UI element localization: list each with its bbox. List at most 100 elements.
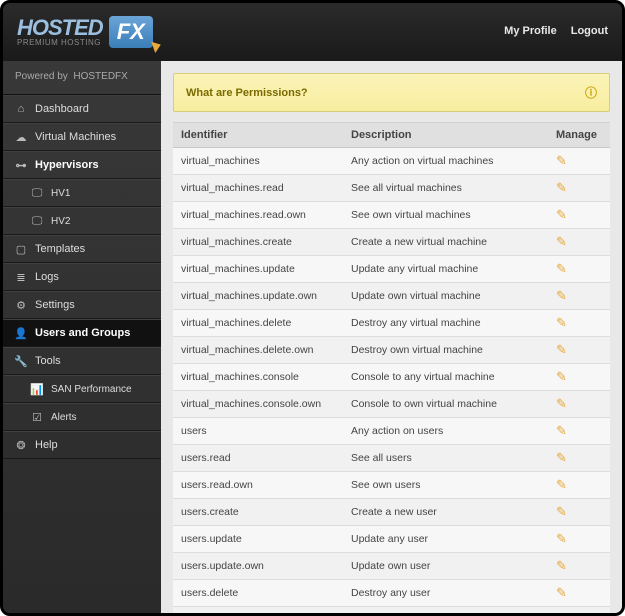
lines-icon: ≣ (15, 271, 27, 283)
table-row: virtual_machines.console.ownConsole to o… (173, 391, 610, 418)
edit-icon[interactable]: ✎ (556, 531, 567, 546)
layout: Powered by HOSTEDFX ⌂ Dashboard ☁Virtual M… (3, 61, 622, 613)
sidebar-item-virtual-machines[interactable]: ☁Virtual Machines (3, 123, 161, 151)
logo-sub: PREMIUM HOSTING (17, 39, 103, 47)
cell-identifier: virtual_machines.console (173, 364, 343, 391)
sidebar-item-help[interactable]: ❂Help (3, 431, 161, 459)
table-header-row: Identifier Description Manage (173, 123, 610, 148)
cell-description: Destroy any virtual machine (343, 310, 548, 337)
sidebar-item-san-performance[interactable]: 📊 SAN Performance (3, 375, 161, 403)
cell-manage: ✎ (548, 148, 610, 175)
cell-description: Any action on virtual machines (343, 148, 548, 175)
sidebar-item-settings[interactable]: ⚙Settings (3, 291, 161, 319)
edit-icon[interactable]: ✎ (556, 423, 567, 438)
table-row: virtual_machines.createCreate a new virt… (173, 229, 610, 256)
cell-description: Update any user (343, 526, 548, 553)
sidebar-item-label: Dashboard (35, 103, 89, 115)
logout-link[interactable]: Logout (571, 25, 608, 37)
sidebar-item-hypervisors[interactable]: ⊶Hypervisors (3, 151, 161, 179)
edit-icon[interactable]: ✎ (556, 504, 567, 519)
table-row: users.delete.ownDestroy own user✎ (173, 607, 610, 614)
sidebar-item-label: Alerts (51, 412, 77, 423)
sidebar-item-alerts[interactable]: ☑Alerts (3, 403, 161, 431)
notice-banner[interactable]: What are Permissions? ⓘ (173, 73, 610, 112)
table-row: users.readSee all users ✎ (173, 445, 610, 472)
chart-icon: 📊 (31, 383, 43, 395)
cell-description: Console to own virtual machine (343, 391, 548, 418)
table-row: users.update.ownUpdate own user✎ (173, 553, 610, 580)
col-manage[interactable]: Manage (548, 123, 610, 148)
edit-icon[interactable]: ✎ (556, 612, 567, 613)
cell-description: Create a new user (343, 499, 548, 526)
powered-brand: HOSTEDFX (73, 71, 127, 82)
cell-identifier: virtual_machines.delete (173, 310, 343, 337)
cell-description: Create a new virtual machine (343, 229, 548, 256)
table-row: virtual_machines.readSee all virtual mac… (173, 175, 610, 202)
cell-manage: ✎ (548, 445, 610, 472)
cell-manage: ✎ (548, 418, 610, 445)
edit-icon[interactable]: ✎ (556, 369, 567, 384)
edit-icon[interactable]: ✎ (556, 180, 567, 195)
cell-manage: ✎ (548, 472, 610, 499)
table-row: virtual_machines.consoleConsole to any v… (173, 364, 610, 391)
edit-icon[interactable]: ✎ (556, 558, 567, 573)
table-row: virtual_machines.delete.ownDestroy own v… (173, 337, 610, 364)
edit-icon[interactable]: ✎ (556, 396, 567, 411)
permissions-table: Identifier Description Manage virtual_ma… (173, 122, 610, 613)
cell-identifier: virtual_machines.update.own (173, 283, 343, 310)
content: What are Permissions? ⓘ Identifier Descr… (161, 61, 622, 613)
link-icon: ⊶ (15, 159, 27, 171)
edit-icon[interactable]: ✎ (556, 342, 567, 357)
logo-text: HOSTED PREMIUM HOSTING (17, 17, 103, 47)
monitor-icon: 🖵 (31, 187, 43, 199)
cell-description: Update own user (343, 553, 548, 580)
cell-manage: ✎ (548, 391, 610, 418)
my-profile-link[interactable]: My Profile (504, 25, 557, 37)
cell-manage: ✎ (548, 526, 610, 553)
cell-identifier: users (173, 418, 343, 445)
logo-fx-badge: FX (109, 16, 153, 48)
sidebar-item-dashboard[interactable]: ⌂ Dashboard (3, 95, 161, 123)
cell-identifier: users.read (173, 445, 343, 472)
sidebar-item-tools[interactable]: 🔧Tools (3, 347, 161, 375)
person-icon: 👤 (15, 327, 27, 339)
col-description[interactable]: Description (343, 123, 548, 148)
table-row: users.updateUpdate any user✎ (173, 526, 610, 553)
sidebar-item-label: SAN Performance (51, 384, 132, 395)
help-icon: ❂ (15, 439, 27, 451)
cell-description: See all users (343, 445, 548, 472)
cell-manage: ✎ (548, 175, 610, 202)
sidebar-item-users-and-groups[interactable]: 👤Users and Groups (3, 319, 161, 347)
logo-main: HOSTED (17, 17, 103, 39)
edit-icon[interactable]: ✎ (556, 288, 567, 303)
powered-prefix: Powered by (15, 71, 68, 82)
col-identifier[interactable]: Identifier (173, 123, 343, 148)
edit-icon[interactable]: ✎ (556, 477, 567, 492)
info-icon: ⓘ (585, 84, 597, 101)
edit-icon[interactable]: ✎ (556, 234, 567, 249)
app-window: HOSTED PREMIUM HOSTING FX My Profile Log… (0, 0, 625, 616)
cell-description: Destroy own virtual machine (343, 337, 548, 364)
cell-identifier: virtual_machines.delete.own (173, 337, 343, 364)
cell-manage: ✎ (548, 499, 610, 526)
edit-icon[interactable]: ✎ (556, 153, 567, 168)
edit-icon[interactable]: ✎ (556, 261, 567, 276)
cell-identifier: users.create (173, 499, 343, 526)
cell-manage: ✎ (548, 607, 610, 614)
home-icon: ⌂ (15, 103, 27, 115)
cell-description: Update any virtual machine (343, 256, 548, 283)
edit-icon[interactable]: ✎ (556, 450, 567, 465)
sidebar-item-templates[interactable]: ▢Templates (3, 235, 161, 263)
sidebar-item-logs[interactable]: ≣Logs (3, 263, 161, 291)
wrench-icon: 🔧 (15, 355, 27, 367)
edit-icon[interactable]: ✎ (556, 585, 567, 600)
powered-by: Powered by HOSTEDFX (3, 61, 161, 95)
sidebar-item-hv2[interactable]: 🖵HV2 (3, 207, 161, 235)
cell-manage: ✎ (548, 256, 610, 283)
cell-identifier: virtual_machines.read (173, 175, 343, 202)
cell-identifier: users.read.own (173, 472, 343, 499)
cell-manage: ✎ (548, 283, 610, 310)
edit-icon[interactable]: ✎ (556, 315, 567, 330)
edit-icon[interactable]: ✎ (556, 207, 567, 222)
sidebar-item-hv1[interactable]: 🖵HV1 (3, 179, 161, 207)
